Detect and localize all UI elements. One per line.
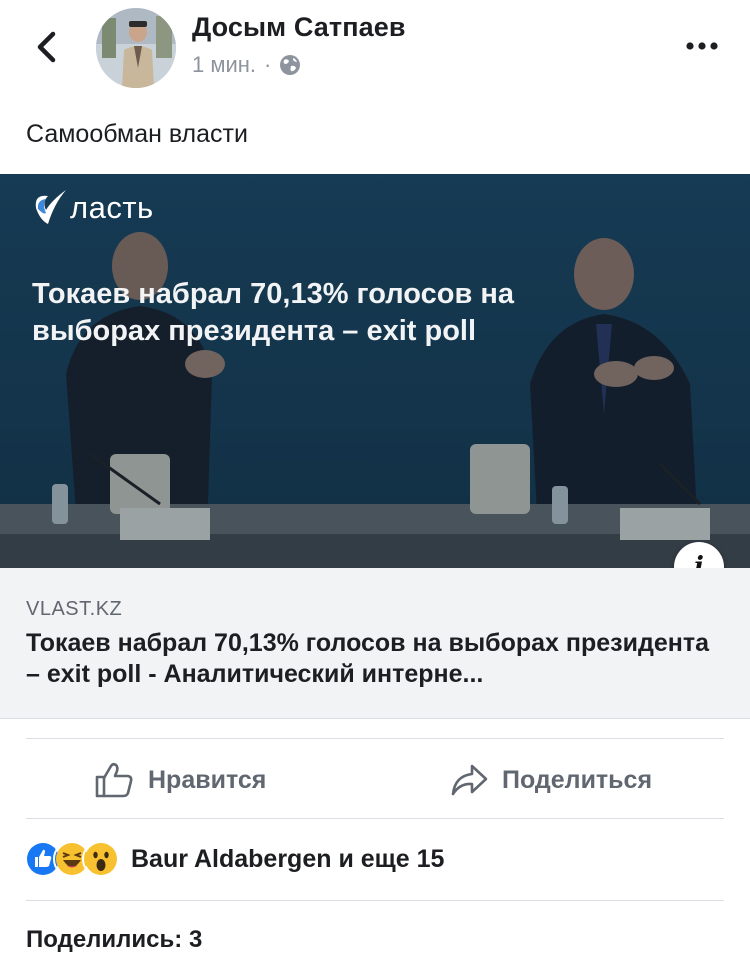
like-button[interactable]: Нравится xyxy=(94,752,266,808)
vlast-check-logo-icon xyxy=(35,190,66,224)
globe-icon xyxy=(280,55,301,75)
logo-text: ласть xyxy=(70,190,154,225)
news-photo xyxy=(0,174,750,568)
more-horizontal-icon xyxy=(686,42,718,50)
link-preview-image[interactable] xyxy=(0,174,750,568)
thumbs-up-icon xyxy=(95,762,133,798)
reactions-summary[interactable]: Baur Aldabergen и еще 15 xyxy=(24,840,444,878)
post-time[interactable]: 1 мин. xyxy=(192,52,256,78)
author-name[interactable]: Досым Сатпаев xyxy=(192,12,406,43)
divider xyxy=(26,738,724,739)
share-label: Поделиться xyxy=(502,765,653,794)
like-label: Нравится xyxy=(148,765,267,794)
post-meta: 1 мин. · xyxy=(192,52,301,78)
shares-count[interactable]: Поделились: 3 xyxy=(26,926,202,954)
link-domain: VLAST.KZ xyxy=(26,598,123,620)
post-text: Самообман власти xyxy=(26,120,248,148)
link-title[interactable]: Токаев набрал 70,13% голосов на выборах … xyxy=(26,628,726,690)
reactions-label: Baur Aldabergen и еще 15 xyxy=(131,844,445,873)
more-options-button[interactable] xyxy=(684,36,724,56)
post-header: Досым Сатпаев 1 мин. · xyxy=(0,0,750,100)
meta-separator: · xyxy=(264,52,272,77)
chevron-left-icon xyxy=(37,31,56,63)
back-button[interactable] xyxy=(26,22,70,72)
share-button[interactable]: Поделиться xyxy=(450,752,652,808)
divider xyxy=(26,818,724,819)
vlast-logo: ласть xyxy=(32,188,154,228)
wow-reaction-icon xyxy=(82,840,120,878)
avatar[interactable] xyxy=(96,8,176,88)
image-headline: Токаев набрал 70,13% голосов на выборах … xyxy=(32,278,514,347)
divider xyxy=(26,900,724,901)
share-arrow-icon xyxy=(451,764,488,796)
avatar-photo xyxy=(96,8,176,88)
